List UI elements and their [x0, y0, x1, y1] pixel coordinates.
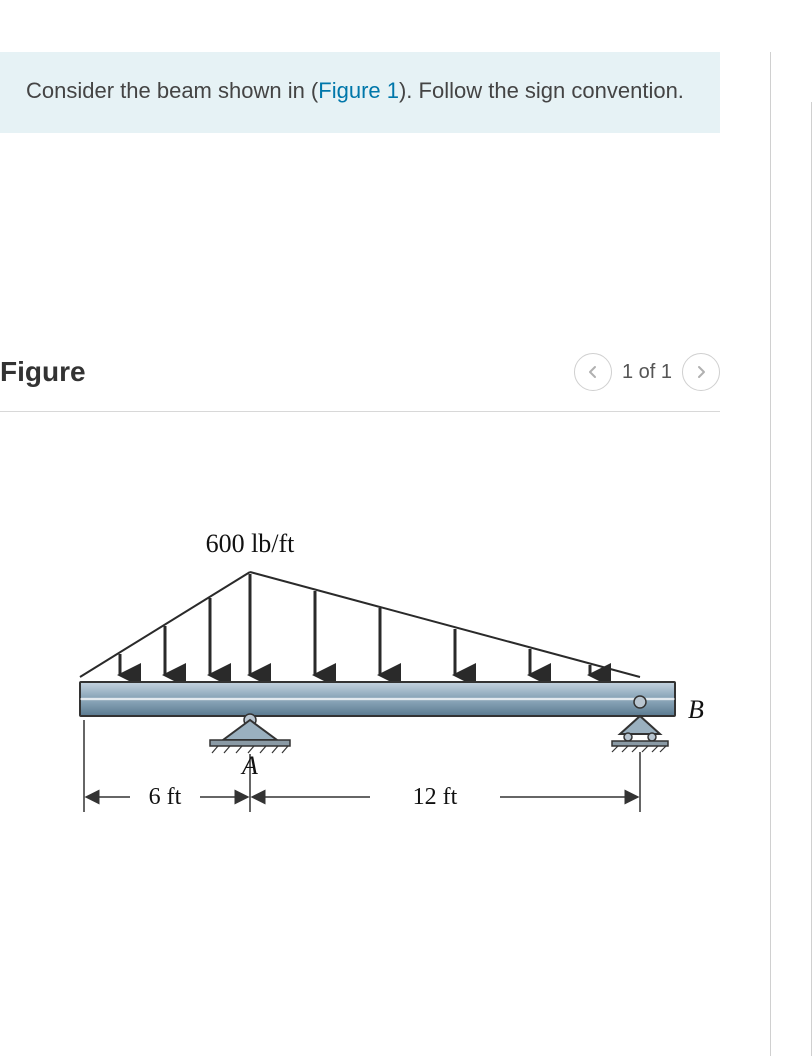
- chevron-left-icon: [586, 365, 600, 379]
- content-area: Consider the beam shown in (Figure 1). F…: [0, 52, 770, 1056]
- instruction-suffix: ). Follow the sign convention.: [399, 78, 684, 103]
- dim-right-label: 12 ft: [413, 784, 458, 810]
- prev-button[interactable]: [574, 353, 612, 391]
- sidebar-border: [770, 52, 812, 1056]
- instruction-prefix: Consider the beam shown in (: [26, 78, 318, 103]
- next-button[interactable]: [682, 353, 720, 391]
- point-a-label: A: [240, 751, 258, 780]
- figure-header: Figure 1 of 1: [0, 353, 720, 412]
- point-b-label: B: [688, 695, 704, 724]
- beam-diagram: 600 lb/ft A B 6 ft 12 ft: [40, 512, 770, 842]
- load-label: 600 lb/ft: [206, 529, 296, 558]
- chevron-right-icon: [694, 365, 708, 379]
- instruction-box: Consider the beam shown in (Figure 1). F…: [0, 52, 720, 133]
- dim-left-label: 6 ft: [149, 784, 182, 810]
- figure-link[interactable]: Figure 1: [318, 78, 399, 103]
- figure-title: Figure: [0, 356, 86, 388]
- figure-pager: 1 of 1: [574, 353, 720, 391]
- pager-text: 1 of 1: [622, 361, 672, 384]
